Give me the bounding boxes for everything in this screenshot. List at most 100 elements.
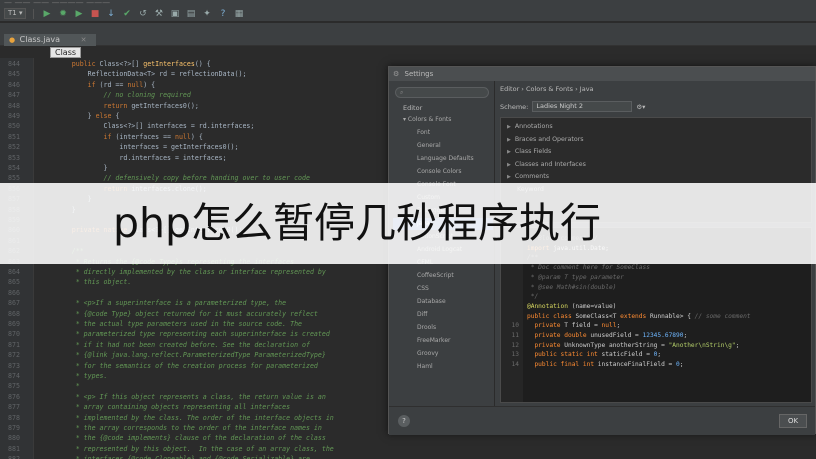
line-number: 853 [8, 153, 20, 162]
line-text: * interfaces {@code Cloneable} and {@cod… [40, 454, 310, 459]
expand-triangle-icon[interactable]: ▶ [507, 162, 511, 168]
tree-section-editor[interactable]: Editor [403, 104, 422, 112]
stop-icon[interactable]: ■ [89, 8, 100, 19]
line-text: * {@link java.lang.reflect.Parameterized… [40, 350, 326, 360]
navigation-bar [0, 23, 816, 33]
settings-gear-icon: ⚙ [393, 70, 400, 78]
vcs-icon[interactable]: ✔ [121, 8, 132, 19]
tab-label: Class.java [19, 35, 61, 44]
preview-token: SomeClass<T [575, 312, 621, 320]
make-icon[interactable]: ↓ [105, 8, 116, 19]
expand-triangle-icon[interactable]: ▶ [507, 174, 511, 180]
scheme-menu-icon[interactable]: ⚙▾ [636, 103, 645, 111]
sdk-icon[interactable]: ▤ [185, 8, 196, 19]
code-token: Class<?>[] interfaces = rd.interfaces; [40, 122, 255, 131]
preview-line: @Annotation (name=value) [501, 302, 811, 312]
line-text: } [40, 163, 108, 173]
line-number: 866 [8, 288, 20, 297]
line-number: 874 [8, 372, 20, 380]
code-token: * {@link java.lang.reflect.Parameterized… [40, 351, 326, 360]
editor-tab-bar: ● Class.java ✕ [0, 33, 816, 46]
preview-token: @Annotation [527, 302, 572, 310]
preview-token: UnknownType anotherString = [564, 341, 669, 349]
structure-icon[interactable]: ▣ [169, 8, 180, 19]
line-text: if (interfaces == null) { [40, 132, 203, 142]
preview-token: null [601, 322, 617, 330]
line-number: 852 [8, 143, 20, 152]
line-number: 881 [8, 444, 20, 453]
close-icon[interactable]: ✕ [81, 36, 87, 44]
coverage-icon[interactable]: ▶ [73, 8, 84, 19]
tree-item[interactable]: Font [417, 127, 430, 139]
tree-item[interactable]: CoffeeScript [417, 270, 454, 282]
line-number: 878 [8, 413, 20, 422]
preview-line-number: 14 [511, 361, 519, 369]
preview-token: ; [616, 322, 621, 330]
line-number: 865 [8, 278, 20, 287]
breadcrumb[interactable]: Class [50, 47, 82, 58]
main-toolbar: T1 ▾ ▶ ✹ ▶ ■ ↓ ✔ ↺ ⚒ ▣ ▤ ✦? ▦ [0, 6, 816, 22]
tree-item[interactable]: Groovy [417, 348, 438, 360]
color-option[interactable]: ▶ Annotations [507, 122, 553, 132]
expand-triangle-icon[interactable]: ▶ [507, 124, 511, 130]
code-token: * [40, 382, 80, 391]
tree-item[interactable]: Drools [417, 322, 436, 334]
plugin-icon[interactable]: ✦ [201, 8, 212, 19]
line-number: 864 [8, 268, 20, 276]
line-text: interfaces = getInterfaces0(); [40, 142, 239, 152]
line-text: * represented by this object. In the cas… [40, 444, 334, 454]
line-number: 844 [8, 60, 20, 68]
line-number: 849 [8, 112, 20, 120]
line-number: 848 [8, 101, 20, 110]
line-text: * parameterized type representing each s… [40, 329, 330, 339]
line-number: 846 [8, 80, 20, 89]
tree-item[interactable]: ▾ Colors & Fonts [403, 114, 451, 126]
color-option[interactable]: ▶ Classes and Interfaces [507, 160, 586, 170]
expand-triangle-icon[interactable]: ▶ [507, 137, 511, 143]
help-icon[interactable]: ? [217, 8, 228, 19]
scheme-label: Scheme: [500, 102, 529, 111]
run-icon[interactable]: ▶ [41, 8, 52, 19]
tree-item[interactable]: Diff [417, 309, 427, 321]
event-icon[interactable]: ▦ [233, 8, 244, 19]
title-banner: php怎么暂停几秒程序执行 [0, 183, 816, 264]
preview-token: 12345.67890 [642, 332, 684, 339]
preview-token: * @see Math#sin(double) [527, 283, 617, 291]
dialog-title-bar[interactable]: ⚙ Settings [389, 67, 815, 81]
code-token: public [40, 60, 100, 68]
code-token: interfaces = getInterfaces0(); [40, 143, 239, 152]
tree-item[interactable]: FreeMarker [417, 335, 450, 347]
preview-token: ; [657, 351, 662, 359]
tree-item[interactable]: General [417, 140, 441, 152]
tree-item[interactable]: Console Colors [417, 166, 462, 178]
help-button[interactable]: ? [398, 415, 410, 427]
color-option[interactable]: ▶ Comments [507, 172, 549, 182]
ok-button[interactable]: OK [779, 414, 807, 428]
tree-item[interactable]: Database [417, 296, 446, 308]
run-configuration-select[interactable]: T1 ▾ [4, 8, 27, 19]
preview-line-text: private T field = null; [527, 321, 620, 331]
java-file-icon: ● [9, 36, 16, 44]
code-token: * <p>If a superinterface is a parameteri… [40, 299, 287, 308]
debug-icon[interactable]: ✹ [57, 8, 68, 19]
settings-search-input[interactable]: ⌕ [395, 87, 489, 98]
color-option[interactable]: ▶ Class Fields [507, 147, 551, 157]
scheme-select[interactable]: Ladies Night 2 [532, 101, 633, 112]
editor-tab-class-java[interactable]: ● Class.java ✕ [4, 34, 97, 46]
code-token: } [40, 164, 108, 172]
line-text: * for the semantics of the creation proc… [40, 361, 318, 371]
vcs-revert-icon[interactable]: ↺ [137, 8, 148, 19]
expand-triangle-icon[interactable]: ▶ [507, 149, 511, 155]
settings-icon[interactable]: ⚒ [153, 8, 164, 19]
preview-line-text: public static int staticField = 0; [527, 350, 661, 360]
tree-item[interactable]: Haml [417, 361, 433, 373]
code-token: * this object. [40, 278, 132, 287]
code-token: * the {@code implements} clause of the d… [40, 434, 326, 443]
line-text: * this object. [40, 277, 132, 287]
color-option[interactable]: ▶ Braces and Operators [507, 135, 584, 145]
line-text: * types. [40, 371, 108, 381]
tree-item[interactable]: CSS [417, 283, 429, 295]
code-token: * if it had not been created before. See… [40, 340, 310, 349]
preview-line-text: * @see Math#sin(double) [527, 283, 617, 293]
tree-item[interactable]: Language Defaults [417, 153, 474, 165]
